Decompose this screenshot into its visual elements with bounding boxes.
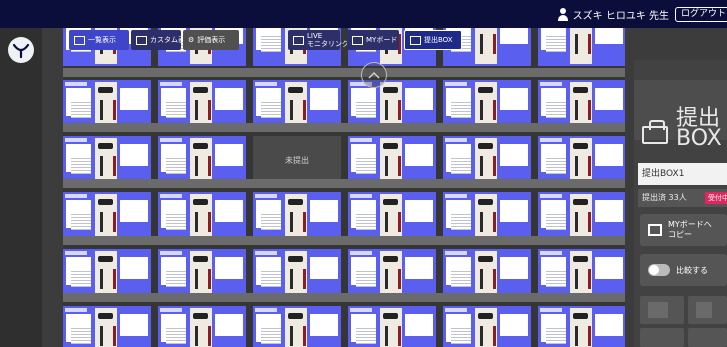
- compare-toggle-button[interactable]: 比較する: [640, 254, 727, 286]
- layout-icon: [136, 35, 147, 45]
- collapse-toolbar-button[interactable]: [361, 62, 387, 88]
- submission-card[interactable]: [253, 306, 341, 347]
- submission-card[interactable]: [443, 306, 531, 347]
- board-row: [63, 306, 625, 347]
- box-name[interactable]: 提出BOX1: [638, 163, 727, 185]
- toggle-icon: [648, 264, 670, 276]
- top-header: スズキ ヒロユキ 先生 ログアウト: [0, 0, 727, 28]
- tray-icon: [410, 35, 421, 45]
- layout-grid-button[interactable]: [640, 328, 684, 347]
- list-view-button[interactable]: 一覧表示: [69, 30, 129, 50]
- monitor-icon: [293, 35, 304, 45]
- app-screen: スズキ ヒロユキ 先生 ログアウト 未提出 一覧表示 カスタム表示 ⚙ 評価表示…: [0, 0, 727, 347]
- user-name: スズキ ヒロユキ 先生: [572, 11, 669, 22]
- submit-box-button[interactable]: 提出BOX: [404, 30, 462, 50]
- layout-split-icon: [696, 302, 712, 318]
- gear-icon: ⚙: [188, 36, 195, 44]
- shelf-divider: [63, 179, 625, 188]
- submission-card[interactable]: [158, 306, 246, 347]
- shelf-divider: [63, 68, 625, 77]
- grid-icon: [74, 35, 85, 45]
- view-toolbar: 一覧表示 カスタム表示 ⚙ 評価表示 LIVE モニタリング MYボード 提出B…: [63, 28, 625, 52]
- layout-dense-button[interactable]: [688, 328, 727, 347]
- submit-box-icon: [642, 120, 668, 144]
- custom-view-button[interactable]: カスタム表示: [131, 30, 192, 50]
- status-badge: 受付中: [705, 192, 727, 204]
- layout-split-button[interactable]: [688, 296, 727, 324]
- submission-card[interactable]: [538, 306, 625, 347]
- app-logo-icon[interactable]: [8, 37, 34, 63]
- user-info: スズキ ヒロユキ 先生: [557, 7, 669, 22]
- copy-to-myboard-button[interactable]: MYボードへ コピー: [640, 214, 727, 246]
- myboard-button[interactable]: MYボード: [347, 30, 399, 50]
- user-icon: [557, 8, 569, 21]
- copy-icon: [648, 224, 662, 236]
- not-submitted-label: 未提出: [285, 156, 309, 165]
- submission-card[interactable]: [63, 306, 151, 347]
- shelf-divider: [63, 293, 625, 302]
- left-rail: [0, 28, 42, 347]
- layout-single-icon: [648, 302, 668, 318]
- panel-title-line2: BOX: [676, 126, 722, 151]
- chevron-up-icon: [368, 71, 380, 79]
- board-icon: [352, 35, 363, 45]
- eval-view-button[interactable]: ⚙ 評価表示: [183, 30, 239, 50]
- layout-single-button[interactable]: [640, 296, 684, 324]
- submission-card[interactable]: [348, 306, 436, 347]
- shelf-divider: [63, 123, 625, 132]
- live-monitoring-button[interactable]: LIVE モニタリング: [288, 30, 349, 50]
- submission-board[interactable]: 未提出: [63, 28, 625, 347]
- shelf-divider: [63, 236, 625, 245]
- logout-button[interactable]: ログアウト: [675, 7, 727, 22]
